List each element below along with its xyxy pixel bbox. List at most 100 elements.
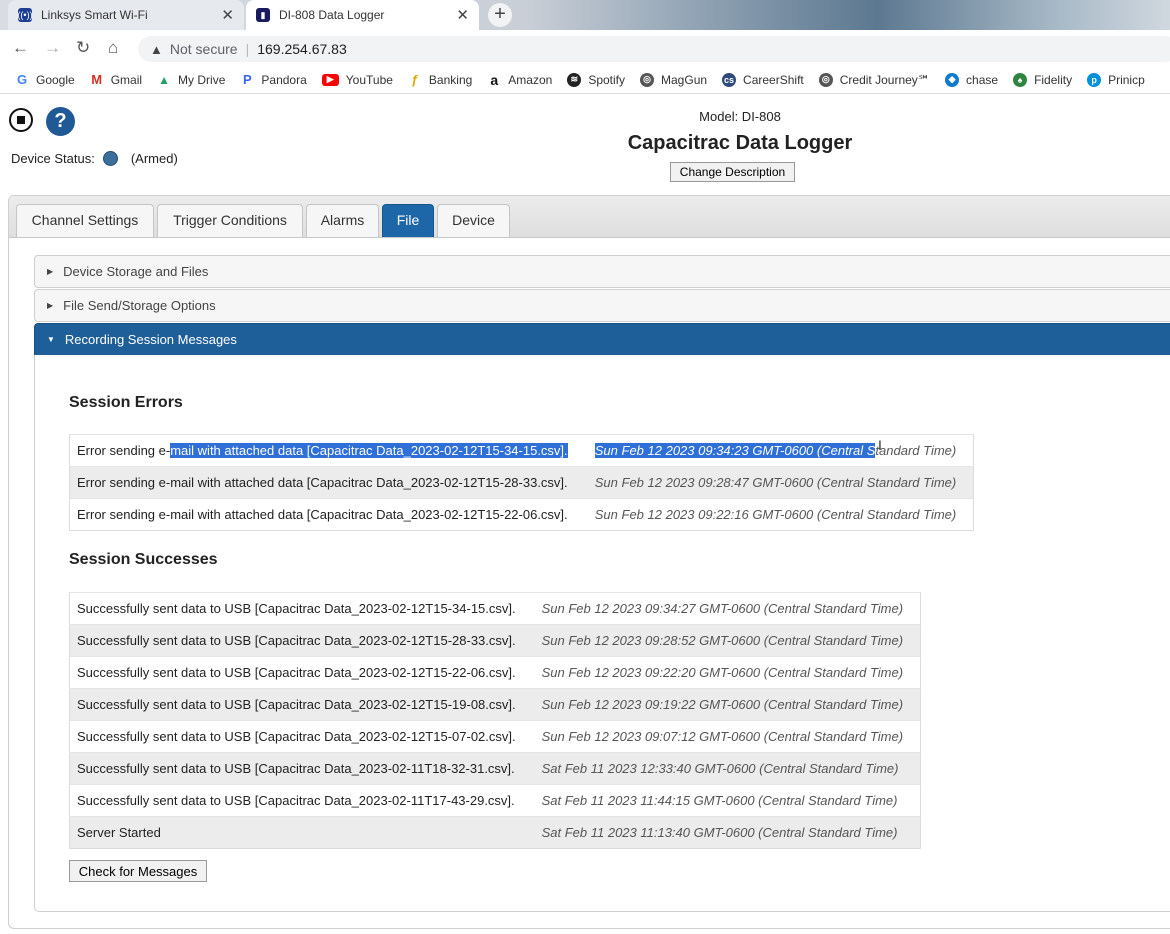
- selected-text: mail with attached data [Capacitrac Data…: [170, 443, 568, 458]
- bookmark-label: Prinicp: [1108, 72, 1145, 87]
- spotify-icon: ≋: [567, 72, 582, 87]
- bookmark-item[interactable]: ◆ chase: [945, 72, 998, 87]
- table-row: Successfully sent data to USB [Capacitra…: [69, 720, 921, 753]
- bookmark-item[interactable]: ◎ MagGun: [640, 72, 708, 87]
- message-cell: Successfully sent data to USB [Capacitra…: [69, 592, 535, 625]
- address-separator: |: [245, 41, 250, 57]
- bookmark-label: Amazon: [508, 72, 553, 87]
- bookmark-label: MagGun: [661, 72, 708, 87]
- fidelity-icon: ♠: [1013, 72, 1028, 87]
- bookmarks-bar: G Google M Gmail ▲ My Drive P Pandora ▶ YouTu…: [0, 66, 1170, 94]
- logger-favicon-icon: ▮: [256, 8, 270, 22]
- time-cell: Sun Feb 12 2023 09:22:16 GMT-0600 (Centr…: [587, 498, 974, 531]
- youtube-icon: ▶: [321, 73, 339, 86]
- chase-icon: ◆: [945, 72, 960, 87]
- change-description-button[interactable]: Change Description: [670, 162, 795, 182]
- bookmark-item[interactable]: a Amazon: [487, 72, 553, 88]
- model-label: Model: DI-808: [699, 109, 781, 124]
- new-tab-button[interactable]: +: [488, 3, 512, 27]
- bookmark-label: Credit Journey℠: [839, 72, 931, 87]
- message-cell: Error sending e-mail with attached data …: [69, 498, 588, 531]
- accordion-device-storage[interactable]: ▶ Device Storage and Files: [34, 255, 1170, 288]
- browser-tab-data-logger[interactable]: ▮ DI-808 Data Logger ✕: [246, 0, 479, 30]
- close-icon[interactable]: ✕: [221, 6, 234, 24]
- message-cell: Successfully sent data to USB [Capacitra…: [69, 752, 535, 785]
- accordion-recording-session-messages[interactable]: ▼ Recording Session Messages: [34, 323, 1170, 356]
- accordion-file-send-options[interactable]: ▶ File Send/Storage Options: [34, 289, 1170, 322]
- security-label: Not secure: [169, 41, 238, 57]
- browser-tab-title: Linksys Smart Wi-Fi: [41, 8, 148, 22]
- table-row: Successfully sent data to USB [Capacitra…: [69, 752, 921, 785]
- time-cell: Sat Feb 11 2023 11:44:15 GMT-0600 (Centr…: [534, 784, 921, 817]
- tab-alarms[interactable]: Alarms: [306, 204, 379, 237]
- tab-trigger-conditions[interactable]: Trigger Conditions: [157, 204, 303, 237]
- tab-device[interactable]: Device: [437, 204, 510, 237]
- time-text: tandard Time): [875, 443, 957, 458]
- bookmark-item[interactable]: cs CareerShift: [722, 72, 804, 87]
- message-text: Error sending e-: [77, 443, 171, 458]
- accordion-label: File Send/Storage Options: [63, 298, 216, 313]
- caret-right-icon: ▶: [47, 267, 54, 276]
- careershift-icon: cs: [722, 72, 737, 87]
- bookmark-item[interactable]: ◎ Credit Journey℠: [818, 72, 931, 87]
- banking-icon: ƒ: [411, 72, 419, 87]
- wifi-icon: ((•)): [17, 8, 33, 22]
- bookmark-item[interactable]: ƒ Banking: [408, 72, 472, 87]
- time-cell: Sun Feb 12 2023 09:34:27 GMT-0600 (Centr…: [534, 592, 921, 625]
- bookmark-item[interactable]: p Prinicp: [1087, 72, 1145, 87]
- bookmark-item[interactable]: ▲ My Drive: [157, 73, 225, 87]
- caret-down-icon: ▼: [47, 335, 55, 344]
- table-row: Successfully sent data to USB [Capacitra…: [69, 592, 921, 625]
- tab-channel-settings[interactable]: Channel Settings: [16, 204, 154, 237]
- session-errors-heading: Session Errors: [69, 394, 183, 411]
- table-row: Error sending e-mail with attached data …: [69, 498, 974, 531]
- session-errors-table: Error sending e-mail with attached data …: [69, 434, 974, 531]
- browser-tab-linksys[interactable]: ((•)) Linksys Smart Wi-Fi ✕: [8, 0, 244, 30]
- bookmark-label: CareerShift: [743, 72, 804, 87]
- selected-text: Sun Feb 12 2023 09:34:23 GMT-0600 (Centr…: [594, 443, 876, 458]
- time-cell: Sun Feb 12 2023 09:28:52 GMT-0600 (Centr…: [534, 624, 921, 657]
- table-row: Successfully sent data to USB [Capacitra…: [69, 688, 921, 721]
- browser-tab-strip: ((•)) Linksys Smart Wi-Fi ✕ ▮ DI-808 Dat…: [0, 0, 1170, 30]
- bookmark-item[interactable]: P Pandora: [240, 72, 307, 87]
- close-icon[interactable]: ✕: [456, 6, 469, 24]
- message-cell: Successfully sent data to USB [Capacitra…: [69, 688, 535, 721]
- table-row: Server Started Sat Feb 11 2023 11:13:40 G…: [69, 816, 921, 849]
- caret-right-icon: ▶: [47, 301, 54, 310]
- bookmark-item[interactable]: G Google: [15, 72, 75, 87]
- table-row: Successfully sent data to USB [Capacitra…: [69, 624, 921, 657]
- message-cell: Successfully sent data to USB [Capacitra…: [69, 720, 535, 753]
- table-row: Error sending e-mail with attached data …: [69, 466, 974, 499]
- accordion-label: Recording Session Messages: [64, 332, 237, 347]
- session-successes-table: Successfully sent data to USB [Capacitra…: [69, 592, 921, 849]
- bookmark-label: Spotify: [588, 72, 626, 87]
- time-cell: Sun Feb 12 2023 09:28:47 GMT-0600 (Centr…: [587, 466, 974, 499]
- reload-icon[interactable]: ↻: [76, 38, 90, 58]
- principal-icon: p: [1087, 72, 1102, 87]
- check-for-messages-button[interactable]: Check for Messages: [69, 860, 207, 882]
- tab-bar: Channel Settings Trigger Conditions Alar…: [9, 196, 1170, 238]
- time-cell: Sat Feb 11 2023 11:13:40 GMT-0600 (Centr…: [534, 816, 921, 849]
- message-cell: Successfully sent data to USB [Capacitra…: [69, 624, 535, 657]
- page-title: Capacitrac Data Logger: [627, 132, 853, 154]
- forward-arrow-icon[interactable]: →: [44, 38, 61, 58]
- table-row: Successfully sent data to USB [Capacitra…: [69, 784, 921, 817]
- bookmark-item[interactable]: M Gmail: [90, 72, 142, 87]
- address-bar[interactable]: ▲ Not secure | 169.254.67.83: [138, 36, 1170, 62]
- globe-icon: ◎: [818, 72, 833, 87]
- url-text: 169.254.67.83: [257, 41, 347, 57]
- bookmark-item[interactable]: ♠ Fidelity: [1013, 72, 1072, 87]
- back-arrow-icon[interactable]: ←: [12, 38, 29, 58]
- time-cell: Sun Feb 12 2023 09:19:22 GMT-0600 (Centr…: [534, 688, 921, 721]
- browser-tab-title: DI-808 Data Logger: [279, 8, 385, 22]
- bookmark-label: Pandora: [261, 72, 307, 87]
- bookmark-label: Google: [36, 72, 75, 87]
- home-icon[interactable]: ⌂: [108, 38, 118, 58]
- warning-icon: ▲: [150, 41, 163, 57]
- bookmark-item[interactable]: ≋ Spotify: [567, 72, 626, 87]
- accordion-label: Device Storage and Files: [63, 264, 209, 279]
- google-icon: G: [16, 72, 28, 87]
- time-cell: Sun Feb 12 2023 09:34:23 GMT-0600 (Centr…: [587, 434, 974, 467]
- tab-file[interactable]: File: [382, 204, 434, 237]
- bookmark-item[interactable]: ▶ YouTube: [321, 73, 393, 87]
